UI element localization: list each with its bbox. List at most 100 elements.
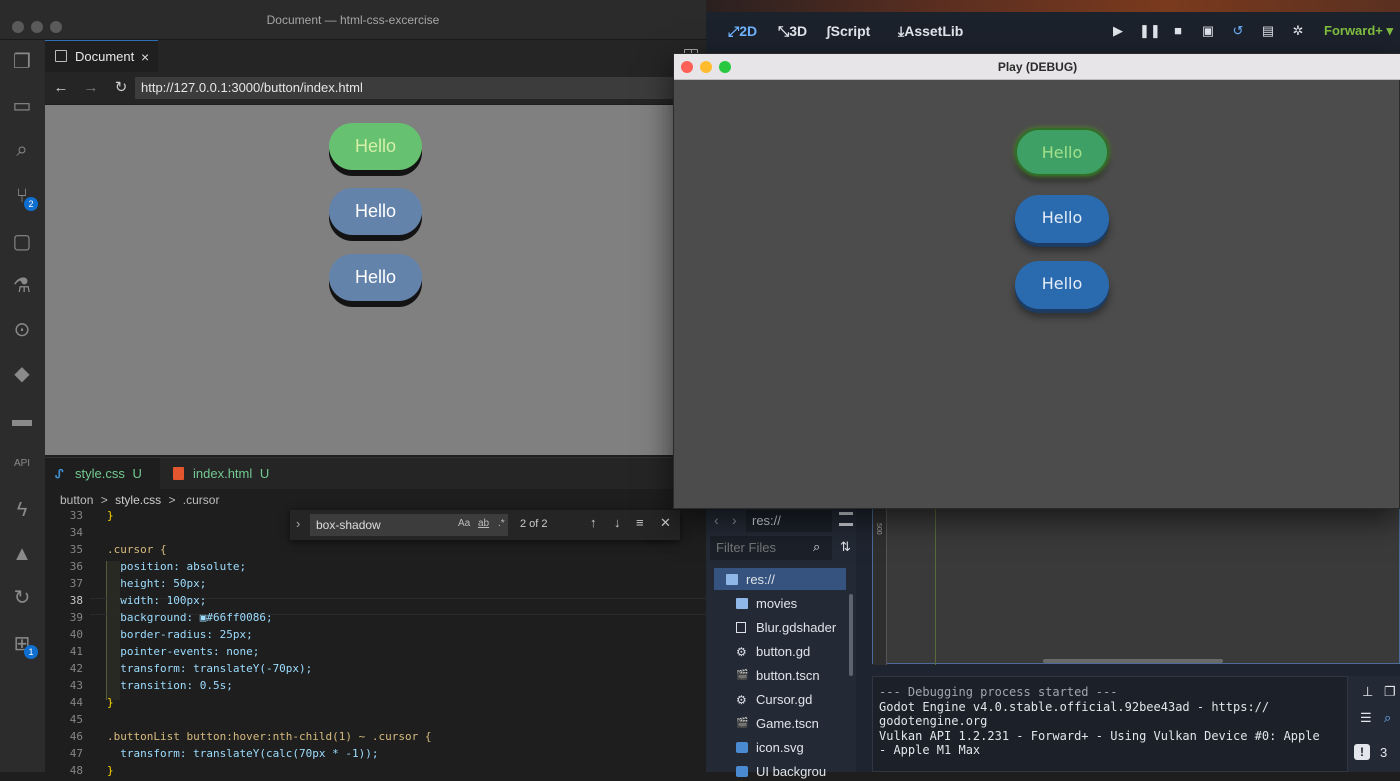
toggle-replace-icon[interactable]: › — [296, 516, 300, 531]
tab-2d[interactable]: ⤢2D — [728, 22, 757, 40]
match-case-toggle[interactable]: Aa — [458, 518, 470, 529]
line-number: 47 — [69, 747, 83, 760]
tab-3d[interactable]: ⤡3D — [778, 22, 807, 40]
clear-output-icon[interactable]: ⊥ — [1362, 684, 1373, 700]
sort-icon[interactable]: ⇅ — [840, 539, 851, 555]
history-back-icon[interactable]: ‹ — [714, 512, 719, 528]
game-titlebar: Play (DEBUG) — [674, 54, 1400, 80]
file-tree-item[interactable]: Blur.gdshader — [736, 619, 836, 637]
error-icon[interactable]: ! — [1354, 744, 1370, 760]
testing-icon[interactable]: ⚗ — [10, 274, 34, 298]
reload-icon[interactable]: ↻ — [111, 78, 131, 98]
reload-scene-icon[interactable]: ↺ — [1229, 22, 1247, 40]
close-tab-icon[interactable]: × — [141, 41, 149, 73]
file-tree-label: button.tscn — [756, 668, 820, 683]
game-hello-button-2[interactable]: Hello — [1015, 195, 1109, 243]
folder-icon — [736, 598, 748, 609]
search-icon: ⌕ — [813, 539, 821, 554]
tab-style-css[interactable]: ᔑ style.css U × — [45, 458, 160, 513]
play-custom-scene-icon[interactable]: ▤ — [1259, 22, 1277, 40]
code-line: width: 100px; — [107, 594, 207, 607]
stop-icon[interactable]: ■ — [1169, 22, 1187, 40]
next-match-icon[interactable]: ↓ — [614, 515, 621, 530]
code-line: transform: translateY(-70px); — [107, 662, 313, 675]
file-tree-item[interactable]: UI backgrou — [736, 763, 826, 781]
line-number: 34 — [69, 526, 83, 539]
line-number: 37 — [69, 577, 83, 590]
tree-scrollbar[interactable] — [849, 594, 853, 676]
file-tree-item[interactable]: ⚙ Cursor.gd — [736, 691, 812, 709]
docker-icon[interactable]: ▬ — [10, 408, 34, 432]
minimize-window-button[interactable] — [700, 61, 712, 73]
filter-lines-icon[interactable]: ☰ — [1360, 710, 1372, 726]
close-window-button[interactable] — [12, 21, 24, 33]
regex-toggle[interactable]: .* — [498, 518, 505, 529]
breadcrumb-folder[interactable]: button — [60, 493, 93, 507]
zoom-window-button[interactable] — [50, 21, 62, 33]
line-number: 36 — [69, 560, 83, 573]
breadcrumb-file[interactable]: style.css — [115, 493, 161, 507]
close-window-button[interactable] — [681, 61, 693, 73]
remote-debug-icon[interactable]: ▣ — [1199, 22, 1217, 40]
menu-bar-strip — [706, 0, 1400, 12]
line-number: 35 — [69, 543, 83, 556]
code-editor[interactable]: 33 34 35 36 37 38 39 40 41 42 43 44 45 46 47 48 } .curso… — [45, 508, 706, 777]
breadcrumb-symbol[interactable]: .cursor — [183, 493, 220, 507]
game-window-title: Play (DEBUG) — [997, 60, 1078, 74]
search-output-icon[interactable]: ⌕ — [1384, 710, 1391, 726]
renderer-selector[interactable]: Forward+ ▾ — [1324, 22, 1393, 40]
file-tree-item[interactable]: icon.svg — [736, 739, 804, 757]
api-icon[interactable]: API — [10, 452, 34, 476]
path-input[interactable] — [746, 510, 832, 532]
tab-document[interactable]: Document × — [45, 40, 158, 72]
live-share-icon[interactable]: ↻ — [10, 586, 34, 610]
tab-index-html[interactable]: index.html U — [163, 458, 293, 490]
pause-icon[interactable]: ❚❚ — [1139, 22, 1161, 40]
preview-hello-button-1[interactable]: Hello — [329, 123, 422, 170]
file-tree-item[interactable]: movies — [736, 595, 797, 613]
history-forward-icon[interactable]: › — [732, 512, 737, 528]
godot-main-toolbar: ⤢2D ⤡3D ʃScript ⤓AssetLib ▶ ❚❚ ■ ▣ ↺ ▤ ✲… — [706, 0, 1400, 60]
tab-assetlib[interactable]: ⤓AssetLib — [898, 22, 963, 40]
minimize-window-button[interactable] — [31, 21, 43, 33]
file-tree-item[interactable]: 🎬 button.tscn — [736, 667, 820, 685]
explorer-icon[interactable]: ❐ — [10, 50, 34, 74]
lightning-icon[interactable]: ϟ — [10, 498, 34, 522]
play-icon[interactable]: ▶ — [1109, 22, 1127, 40]
workspace-3d-icon: ⤡ — [778, 23, 790, 39]
output-line: - Apple M1 Max — [879, 743, 981, 757]
2d-viewport[interactable]: 500 — [872, 508, 1400, 665]
preview-hello-button-2[interactable]: Hello — [329, 188, 422, 235]
file-tree-item[interactable]: 🎬 Game.tscn — [736, 715, 819, 733]
horizontal-scrollbar[interactable] — [1043, 659, 1223, 663]
previous-match-icon[interactable]: ↑ — [590, 515, 597, 530]
line-number: 42 — [69, 662, 83, 675]
forward-icon[interactable]: → — [81, 78, 101, 98]
remote-explorer-icon[interactable]: ▢ — [10, 230, 34, 254]
find-in-selection-icon[interactable]: ≡ — [636, 515, 644, 530]
editor-tab-strip: Document × — [45, 40, 706, 72]
close-find-icon[interactable]: ✕ — [660, 515, 671, 531]
copy-icon[interactable]: ❐ — [1384, 684, 1396, 700]
movie-maker-icon[interactable]: ✲ — [1289, 22, 1307, 40]
folder-icon[interactable]: ▭ — [10, 94, 34, 118]
code-line: transform: translateY(calc(70px * -1)); — [107, 747, 379, 760]
zoom-window-button[interactable] — [719, 61, 731, 73]
url-input[interactable] — [135, 77, 675, 99]
search-icon[interactable]: ⌕ — [10, 138, 34, 162]
game-hello-button-3[interactable]: Hello — [1015, 261, 1109, 309]
split-mode-icon[interactable] — [839, 512, 853, 526]
find-widget: › Aa ab .* 2 of 2 ↑ ↓ ≡ ✕ — [290, 510, 680, 540]
image-icon[interactable]: ▲ — [10, 542, 34, 566]
vscode-window: Document — html-css-excercise ❐ ▭ ⌕ ⑂ 2 … — [0, 0, 706, 777]
game-hello-button-1[interactable]: Hello — [1015, 128, 1109, 176]
file-tree-label: movies — [756, 596, 798, 611]
git-graph-icon[interactable]: ⊙ — [10, 318, 34, 342]
preview-hello-button-3[interactable]: Hello — [329, 254, 422, 301]
tab-script[interactable]: ʃScript — [826, 22, 870, 40]
file-tree-item[interactable]: ⚙ button.gd — [736, 643, 810, 661]
whole-word-toggle[interactable]: ab — [478, 518, 489, 529]
back-icon[interactable]: ← — [51, 78, 71, 98]
terraform-icon[interactable]: ◆ — [10, 362, 34, 386]
file-tree-item[interactable]: res:// — [726, 571, 775, 589]
